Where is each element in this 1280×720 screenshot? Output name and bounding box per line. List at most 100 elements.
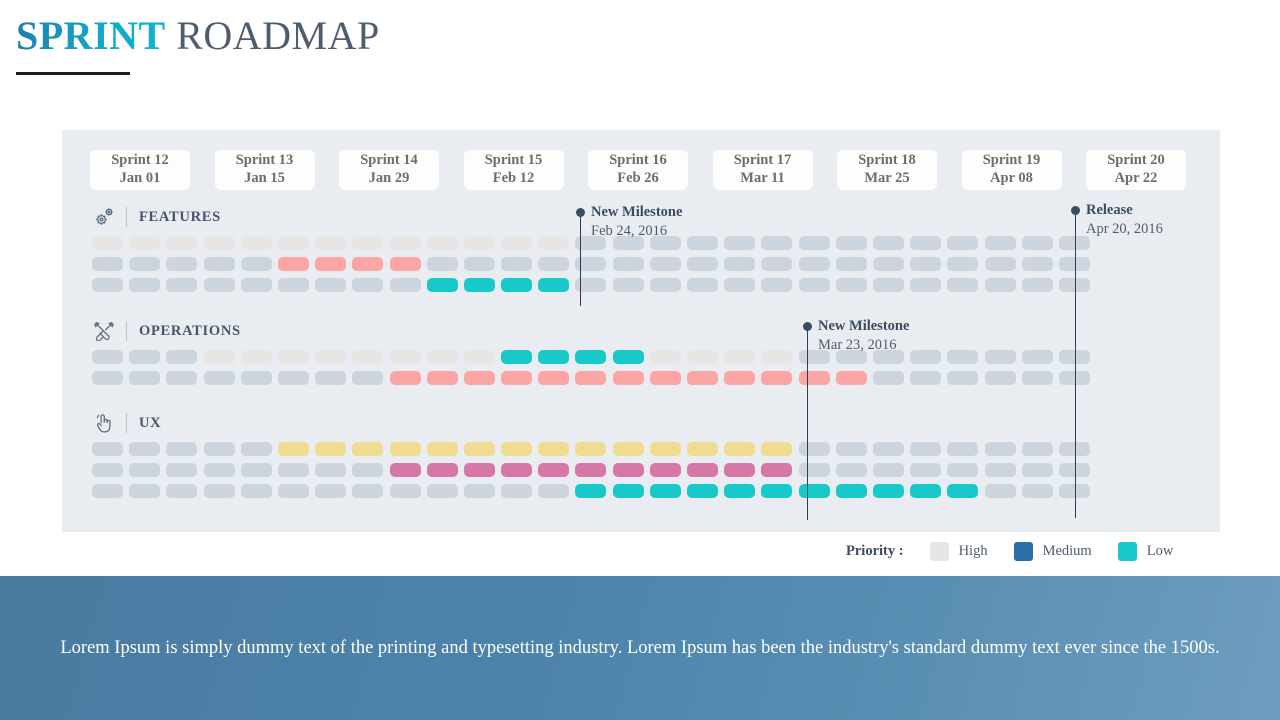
task-cell[interactable] <box>538 236 570 250</box>
task-cell[interactable] <box>277 236 309 250</box>
task-cell[interactable] <box>761 278 793 292</box>
task-cell[interactable] <box>835 463 867 477</box>
task-cell[interactable] <box>389 463 421 477</box>
task-cell[interactable] <box>501 236 533 250</box>
task-cell[interactable] <box>1058 278 1090 292</box>
task-cell[interactable] <box>984 350 1016 364</box>
task-cell[interactable] <box>277 257 309 271</box>
task-cell[interactable] <box>798 350 830 364</box>
task-cell[interactable] <box>649 350 681 364</box>
legend-item[interactable]: High <box>929 541 988 561</box>
task-cell[interactable] <box>501 442 533 456</box>
task-cell[interactable] <box>203 236 235 250</box>
task-cell[interactable] <box>947 484 979 498</box>
task-cell[interactable] <box>612 278 644 292</box>
task-cell[interactable] <box>798 257 830 271</box>
task-cell[interactable] <box>724 278 756 292</box>
task-cell[interactable] <box>1058 442 1090 456</box>
task-cell[interactable] <box>277 350 309 364</box>
task-cell[interactable] <box>724 463 756 477</box>
task-cell[interactable] <box>463 463 495 477</box>
task-cell[interactable] <box>426 350 458 364</box>
task-cell[interactable] <box>352 236 384 250</box>
task-cell[interactable] <box>240 278 272 292</box>
task-cell[interactable] <box>129 484 161 498</box>
task-cell[interactable] <box>92 484 123 498</box>
task-cell[interactable] <box>984 463 1016 477</box>
task-cell[interactable] <box>501 371 533 385</box>
sprint-chip[interactable]: Sprint 13 Jan 15 <box>214 150 315 190</box>
task-cell[interactable] <box>575 484 607 498</box>
task-cell[interactable] <box>538 484 570 498</box>
task-cell[interactable] <box>203 350 235 364</box>
task-cell[interactable] <box>687 463 718 477</box>
task-cell[interactable] <box>426 463 458 477</box>
task-cell[interactable] <box>426 371 458 385</box>
task-cell[interactable] <box>240 371 272 385</box>
task-cell[interactable] <box>649 371 681 385</box>
task-cell[interactable] <box>426 442 458 456</box>
task-cell[interactable] <box>538 442 570 456</box>
sprint-chip[interactable]: Sprint 20 Apr 22 <box>1086 150 1186 190</box>
task-cell[interactable] <box>724 350 756 364</box>
task-cell[interactable] <box>761 257 793 271</box>
task-cell[interactable] <box>426 278 458 292</box>
task-cell[interactable] <box>240 236 272 250</box>
task-cell[interactable] <box>315 371 347 385</box>
task-cell[interactable] <box>798 236 830 250</box>
task-cell[interactable] <box>872 350 904 364</box>
task-cell[interactable] <box>389 484 421 498</box>
task-cell[interactable] <box>724 257 756 271</box>
task-cell[interactable] <box>240 484 272 498</box>
task-cell[interactable] <box>947 257 979 271</box>
task-cell[interactable] <box>1058 463 1090 477</box>
task-cell[interactable] <box>612 463 644 477</box>
task-cell[interactable] <box>612 442 644 456</box>
task-cell[interactable] <box>947 442 979 456</box>
task-cell[interactable] <box>389 442 421 456</box>
task-cell[interactable] <box>1021 278 1053 292</box>
task-cell[interactable] <box>575 236 607 250</box>
task-cell[interactable] <box>203 463 235 477</box>
task-cell[interactable] <box>166 236 198 250</box>
sprint-chip[interactable]: Sprint 17 Mar 11 <box>712 150 813 190</box>
task-cell[interactable] <box>575 278 607 292</box>
task-cell[interactable] <box>277 442 309 456</box>
legend-item[interactable]: Medium <box>1013 541 1092 561</box>
task-cell[interactable] <box>129 463 161 477</box>
task-cell[interactable] <box>835 278 867 292</box>
task-cell[interactable] <box>240 442 272 456</box>
task-cell[interactable] <box>92 236 123 250</box>
task-cell[interactable] <box>166 278 198 292</box>
task-cell[interactable] <box>947 278 979 292</box>
task-cell[interactable] <box>203 442 235 456</box>
task-cell[interactable] <box>947 236 979 250</box>
task-cell[interactable] <box>166 463 198 477</box>
task-cell[interactable] <box>277 484 309 498</box>
task-cell[interactable] <box>612 484 644 498</box>
task-cell[interactable] <box>910 484 942 498</box>
task-cell[interactable] <box>761 350 793 364</box>
task-cell[interactable] <box>1058 484 1090 498</box>
task-cell[interactable] <box>872 257 904 271</box>
sprint-chip[interactable]: Sprint 14 Jan 29 <box>339 150 439 190</box>
task-cell[interactable] <box>463 278 495 292</box>
task-cell[interactable] <box>872 463 904 477</box>
task-cell[interactable] <box>315 350 347 364</box>
task-cell[interactable] <box>612 257 644 271</box>
task-cell[interactable] <box>761 484 793 498</box>
task-cell[interactable] <box>947 371 979 385</box>
task-cell[interactable] <box>92 371 123 385</box>
task-cell[interactable] <box>240 463 272 477</box>
task-cell[interactable] <box>761 371 793 385</box>
task-cell[interactable] <box>129 442 161 456</box>
task-cell[interactable] <box>92 442 123 456</box>
task-cell[interactable] <box>649 484 681 498</box>
task-cell[interactable] <box>872 236 904 250</box>
task-cell[interactable] <box>277 463 309 477</box>
sprint-chip[interactable]: Sprint 16 Feb 26 <box>588 150 688 190</box>
task-cell[interactable] <box>501 484 533 498</box>
task-cell[interactable] <box>1021 257 1053 271</box>
task-cell[interactable] <box>687 484 718 498</box>
task-cell[interactable] <box>277 371 309 385</box>
